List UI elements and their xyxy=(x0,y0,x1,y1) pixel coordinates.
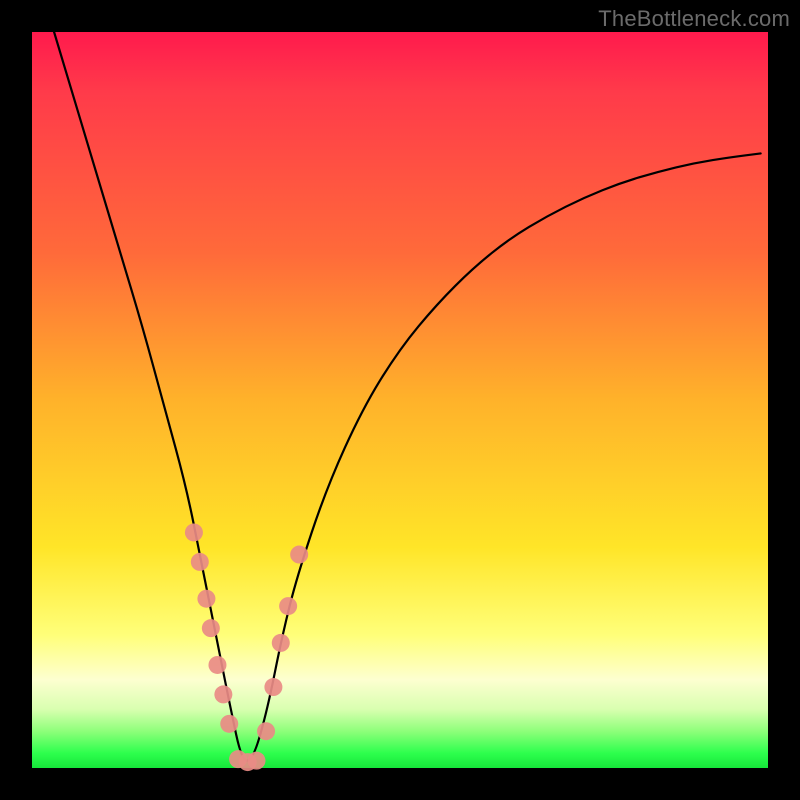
curve-dot xyxy=(214,685,232,703)
curve-dot xyxy=(279,597,297,615)
curve-dot xyxy=(264,678,282,696)
curve-dot xyxy=(208,656,226,674)
curve-dot xyxy=(191,553,209,571)
curve-dot xyxy=(290,546,308,564)
curve-dot xyxy=(247,752,265,770)
watermark-text: TheBottleneck.com xyxy=(598,6,790,32)
curve-dot xyxy=(197,590,215,608)
chart-frame: TheBottleneck.com xyxy=(0,0,800,800)
chart-svg xyxy=(32,32,768,768)
curve-dot xyxy=(272,634,290,652)
curve-dot xyxy=(257,722,275,740)
curve-dots-group xyxy=(185,523,308,771)
curve-dot xyxy=(202,619,220,637)
plot-area xyxy=(32,32,768,768)
curve-dot xyxy=(220,715,238,733)
bottleneck-curve xyxy=(54,32,761,761)
curve-dot xyxy=(185,523,203,541)
